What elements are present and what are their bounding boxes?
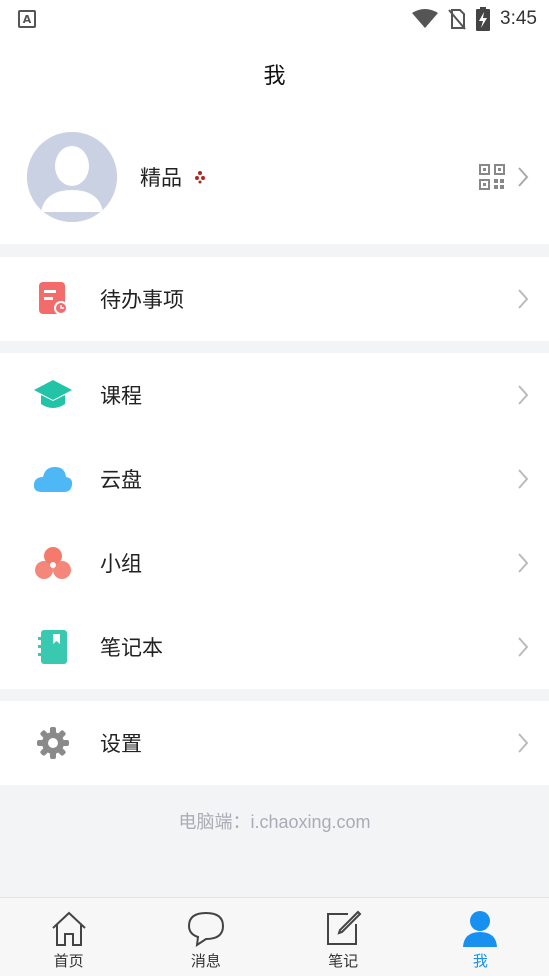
menu-item-cloud-drive[interactable]: 云盘 — [0, 437, 549, 521]
clock-time: 3:45 — [500, 8, 537, 29]
title-bar: 我 — [0, 38, 549, 110]
default-avatar-icon — [27, 132, 117, 222]
course-icon — [33, 375, 73, 415]
pc-site-hint: 电脑端：i.chaoxing.com — [178, 812, 371, 832]
status-left: A — [18, 10, 36, 28]
cloud-icon — [33, 459, 73, 499]
tab-label: 首页 — [53, 952, 84, 970]
menu-item-notebook[interactable]: 笔记本 — [0, 605, 549, 689]
chevron-right-icon — [518, 733, 529, 753]
profile-actions — [479, 164, 529, 190]
menu-item-todo[interactable]: 待办事项 — [0, 257, 549, 341]
qr-code-icon[interactable] — [479, 164, 505, 190]
bottom-tab-bar: 首页 消息 笔记 我 — [0, 897, 549, 976]
tab-home[interactable]: 首页 — [0, 898, 137, 976]
menu-item-label: 待办事项 — [100, 288, 184, 312]
person-icon — [463, 911, 498, 947]
message-icon — [187, 911, 224, 948]
notebook-icon — [33, 627, 73, 667]
menu-item-label: 小组 — [100, 552, 142, 576]
chevron-right-icon — [518, 289, 529, 309]
menu-item-label: 课程 — [100, 384, 142, 408]
tab-label: 消息 — [190, 952, 221, 970]
chevron-right-icon — [518, 167, 529, 187]
status-right: 3:45 — [412, 7, 537, 31]
menu-group-todo: 待办事项 — [0, 257, 549, 341]
page-title: 我 — [263, 64, 286, 89]
chevron-right-icon — [518, 553, 529, 573]
chevron-right-icon — [518, 385, 529, 405]
group-icon — [33, 543, 73, 583]
chevron-right-icon — [518, 637, 529, 657]
profile-name: 精品 — [140, 166, 182, 190]
menu-item-settings[interactable]: 设置 — [0, 701, 549, 785]
avatar[interactable] — [27, 132, 117, 222]
status-bar: A 3:45 — [0, 0, 549, 38]
wifi-icon — [412, 9, 439, 28]
sparkle-icon — [195, 171, 205, 184]
battery-charging-icon — [476, 7, 491, 31]
menu-item-label: 云盘 — [100, 468, 142, 492]
menu-item-label: 设置 — [100, 732, 142, 756]
tab-label: 笔记 — [328, 952, 359, 970]
menu-group-main: 课程 云盘 小组 笔记本 — [0, 353, 549, 689]
menu-item-course[interactable]: 课程 — [0, 353, 549, 437]
tab-label: 我 — [472, 952, 488, 970]
note-icon — [327, 910, 362, 945]
menu-item-label: 笔记本 — [100, 636, 163, 660]
todo-icon — [33, 279, 73, 319]
home-icon — [51, 911, 86, 946]
menu-item-group[interactable]: 小组 — [0, 521, 549, 605]
profile-card[interactable]: 精品 — [0, 110, 549, 244]
a-notification-icon: A — [18, 10, 36, 28]
tab-messages[interactable]: 消息 — [137, 898, 274, 976]
menu-group-settings: 设置 — [0, 701, 549, 785]
tab-me[interactable]: 我 — [412, 898, 549, 976]
settings-icon — [33, 723, 73, 763]
tab-notes[interactable]: 笔记 — [275, 898, 412, 976]
no-sim-icon — [448, 9, 466, 30]
chevron-right-icon — [518, 469, 529, 489]
